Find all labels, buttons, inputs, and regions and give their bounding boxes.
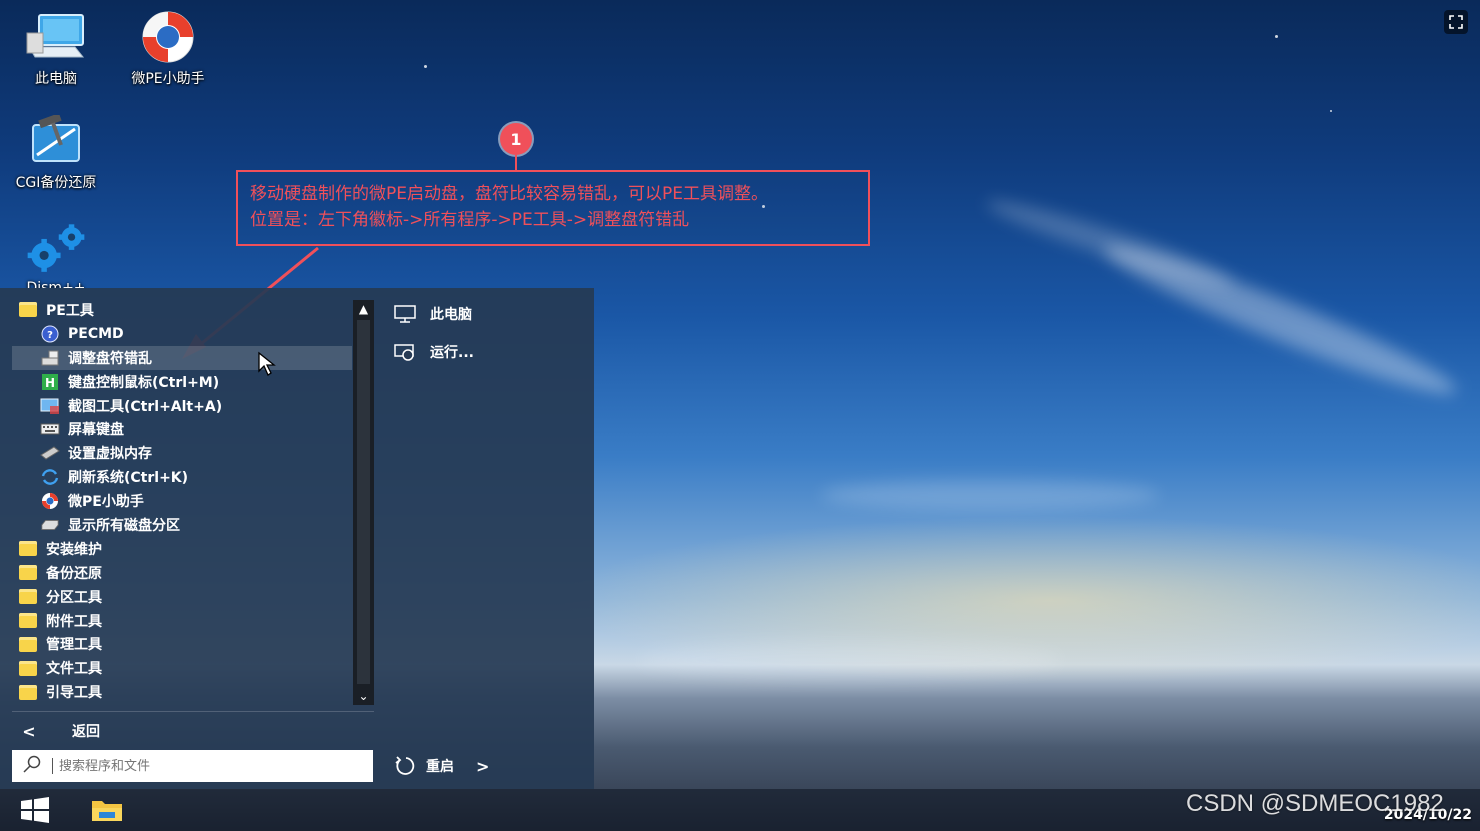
chevron-right-icon[interactable]: > <box>476 757 489 776</box>
scroll-down-icon[interactable]: ⌄ <box>353 687 374 705</box>
menu-folder-item[interactable]: 备份还原 <box>12 561 352 585</box>
search-box[interactable] <box>12 750 373 782</box>
mouse-cursor-icon <box>258 351 276 376</box>
menu-item-label: 管理工具 <box>46 637 102 654</box>
monitor-icon <box>392 304 418 324</box>
menu-item-label: 安装维护 <box>46 541 102 558</box>
menu-folder-item[interactable]: 文件工具 <box>12 656 352 680</box>
menu-item-label: 文件工具 <box>46 661 102 678</box>
menu-scrollbar[interactable]: ▲ ⌄ <box>353 300 374 705</box>
refresh-icon <box>40 468 60 486</box>
disk-icon <box>40 516 60 534</box>
menu-folder-item[interactable]: 安装维护 <box>12 537 352 561</box>
restart-icon <box>394 755 418 777</box>
search-icon <box>22 755 42 777</box>
drive-letter-icon <box>40 349 60 367</box>
menu-item-label: 附件工具 <box>46 613 102 630</box>
menu-program-item[interactable]: ? PECMD <box>12 322 352 346</box>
scroll-up-icon[interactable]: ▲ <box>353 300 374 318</box>
menu-program-item[interactable]: 刷新系统(Ctrl+K) <box>12 465 352 489</box>
svg-text:H: H <box>45 376 55 390</box>
lifebuoy-icon <box>40 492 60 510</box>
run-icon <box>392 342 418 362</box>
back-button[interactable]: < 返回 <box>12 718 374 744</box>
menu-folder-item[interactable]: 引导工具 <box>12 680 352 704</box>
menu-program-item[interactable]: 截图工具(Ctrl+Alt+A) <box>12 394 352 418</box>
menu-item-label: 备份还原 <box>46 565 102 582</box>
menu-item-label: 调整盘符错乱 <box>68 350 152 367</box>
pecmd-icon: ? <box>40 325 60 343</box>
menu-item-label: 截图工具(Ctrl+Alt+A) <box>68 398 223 415</box>
menu-folder-item[interactable]: 附件工具 <box>12 609 352 633</box>
menu-program-item[interactable]: 设置虚拟内存 <box>12 441 352 465</box>
menu-program-item[interactable]: 微PE小助手 <box>12 489 352 513</box>
menu-item-label: 引导工具 <box>46 685 102 702</box>
keyboard-mouse-icon: H <box>40 373 60 391</box>
program-list: PE工具? PECMD 调整盘符错乱 H 键盘控制鼠标(Ctrl+M) 截图工具(Ctrl… <box>12 298 352 704</box>
chevron-left-icon: < <box>22 721 36 741</box>
start-menu: PE工具? PECMD 调整盘符错乱 H 键盘控制鼠标(Ctrl+M) 截图工具(Ctrl… <box>0 288 594 789</box>
file-explorer-icon[interactable] <box>82 791 132 829</box>
svg-text:?: ? <box>47 330 53 341</box>
menu-item-label: 显示所有磁盘分区 <box>68 517 180 534</box>
folder-icon <box>18 540 38 558</box>
windows-start-icon[interactable] <box>10 791 60 829</box>
menu-divider <box>12 711 374 712</box>
menu-item-label: 刷新系统(Ctrl+K) <box>68 470 189 487</box>
menu-program-item[interactable]: H 键盘控制鼠标(Ctrl+M) <box>12 370 352 394</box>
csdn-watermark: CSDN @SDMEOC1982 <box>1186 790 1444 817</box>
menu-item-label: 分区工具 <box>46 589 102 606</box>
scroll-thumb[interactable] <box>357 320 370 684</box>
menu-item-label: PECMD <box>68 325 124 342</box>
menu-folder-item[interactable]: 分区工具 <box>12 585 352 609</box>
folder-icon <box>18 564 38 582</box>
search-caret <box>52 758 53 774</box>
folder-icon <box>18 683 38 701</box>
onscreen-keyboard-icon <box>40 420 60 438</box>
right-item-label: 运行... <box>430 345 474 361</box>
restart-label: 重启 <box>426 759 454 775</box>
screenshot-icon <box>40 397 60 415</box>
menu-folder-item[interactable]: 管理工具 <box>12 632 352 656</box>
menu-item-label: 设置虚拟内存 <box>68 446 152 463</box>
menu-item-label: PE工具 <box>46 302 94 319</box>
folder-icon <box>18 659 38 677</box>
folder-icon <box>18 588 38 606</box>
folder-icon <box>18 301 38 319</box>
menu-folder-item[interactable]: PE工具 <box>12 298 352 322</box>
folder-icon <box>18 635 38 653</box>
menu-program-item[interactable]: 屏幕键盘 <box>12 417 352 441</box>
folder-icon <box>18 612 38 630</box>
right-item-this-pc[interactable]: 此电脑 <box>392 304 472 324</box>
memory-icon <box>40 444 60 462</box>
menu-program-item[interactable]: 调整盘符错乱 <box>12 345 352 370</box>
menu-item-label: 微PE小助手 <box>68 494 144 511</box>
search-input[interactable] <box>59 758 329 774</box>
menu-item-label: 屏幕键盘 <box>68 422 124 439</box>
back-label: 返回 <box>72 724 100 740</box>
right-item-run[interactable]: 运行... <box>392 342 474 362</box>
restart-button[interactable]: 重启 > <box>394 755 489 777</box>
right-item-label: 此电脑 <box>430 307 472 323</box>
menu-item-label: 键盘控制鼠标(Ctrl+M) <box>68 374 220 391</box>
menu-program-item[interactable]: 显示所有磁盘分区 <box>12 513 352 537</box>
